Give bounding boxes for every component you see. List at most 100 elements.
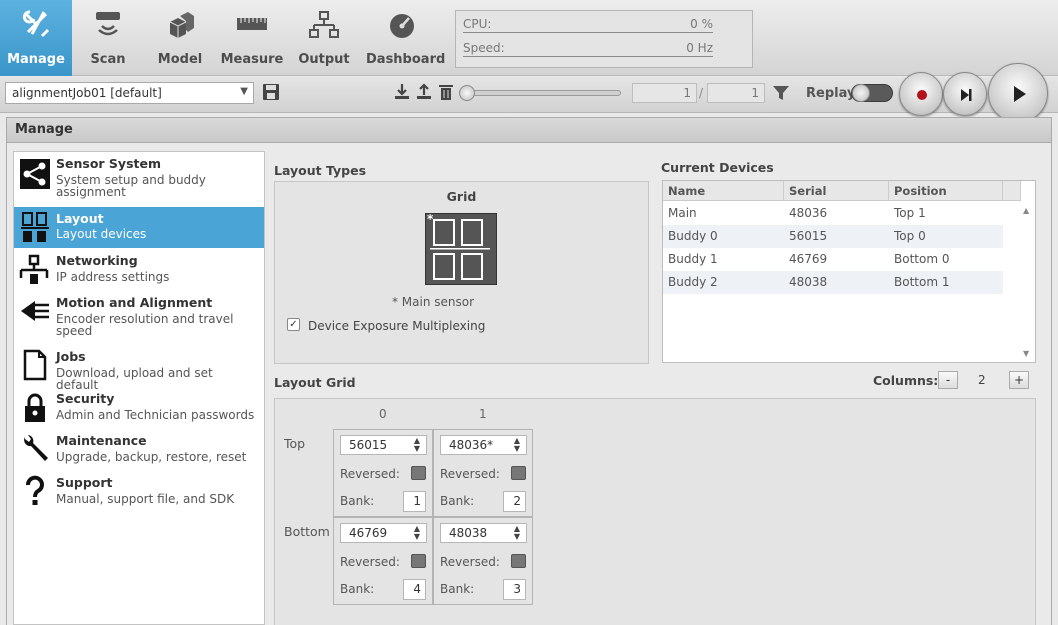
bank-label: Bank: (440, 582, 475, 596)
sidebar-item-title: Security (56, 391, 115, 406)
sidebar-item-desc: Encoder resolution and travel speed (56, 312, 234, 338)
reversed-checkbox[interactable] (411, 466, 426, 480)
tab-label: Manage (7, 52, 65, 67)
sidebar-item-layout[interactable]: Layout Layout devices (14, 207, 264, 248)
grid-row-header-bottom: Bottom (284, 524, 330, 539)
bank-input[interactable]: 1 (403, 491, 426, 512)
device-position: Bottom 1 (894, 275, 950, 289)
tab-manage[interactable]: Manage (0, 0, 72, 76)
gauge-icon (390, 14, 414, 38)
grid-layout-label: Grid (446, 189, 477, 204)
sensor-select[interactable]: 46769 ▲ ▼ (340, 523, 427, 543)
filter-icon[interactable] (772, 84, 790, 102)
scroll-up-icon[interactable]: ▲ (1023, 206, 1029, 215)
grid-cell-bottom-0: 46769 ▲ ▼ Reversed: Bank: 4 (333, 517, 433, 605)
replay-slider[interactable] (459, 85, 623, 101)
replay-toggle[interactable] (851, 84, 893, 102)
bank-input[interactable]: 3 (503, 579, 526, 600)
play-button[interactable] (988, 63, 1048, 123)
sensor-select-value: 48038 (449, 526, 488, 540)
cpu-value: 0 % (690, 17, 713, 31)
sidebar-item-title: Jobs (56, 349, 86, 364)
sidebar-item-maintenance[interactable]: Maintenance Upgrade, backup, restore, re… (14, 429, 264, 471)
sidebar-item-title: Networking (56, 253, 138, 268)
frame-total-field: 1 (707, 83, 765, 103)
grid-cell-bottom-1: 48038 ▲ ▼ Reversed: Bank: 3 (433, 517, 533, 605)
wrench-icon (24, 435, 48, 461)
updown-icon: ▲ ▼ (513, 436, 520, 453)
slider-handle[interactable] (459, 85, 475, 101)
panel-title: Manage (15, 122, 73, 137)
trash-icon[interactable] (437, 83, 455, 101)
columns-increment-button[interactable]: + (1009, 371, 1029, 389)
status-panel: CPU: 0 % Speed: 0 Hz (455, 10, 753, 68)
sidebar-item-security[interactable]: Security Admin and Technician passwords (14, 387, 264, 429)
frame-current-field[interactable]: 1 (632, 83, 697, 103)
exposure-multiplexing-checkbox[interactable]: ✓ (287, 318, 300, 331)
frame-separator: / (699, 86, 704, 100)
scan-icon (96, 12, 120, 36)
tab-output[interactable]: Output (288, 0, 360, 76)
download-icon[interactable] (393, 83, 411, 101)
bank-input[interactable]: 2 (503, 491, 526, 512)
reversed-checkbox[interactable] (511, 466, 526, 480)
network-icon (309, 11, 339, 38)
tab-model[interactable]: Model (144, 0, 216, 76)
sensor-select[interactable]: 48038 ▲ ▼ (440, 523, 527, 543)
slider-track (463, 90, 621, 96)
sensor-select[interactable]: 56015 ▲ ▼ (340, 435, 427, 455)
save-icon[interactable] (262, 83, 280, 101)
table-row[interactable]: Buddy 0 56015 Top 0 (663, 225, 1003, 248)
grid-row-header-top: Top (284, 436, 306, 451)
toggle-knob (852, 84, 870, 102)
network-icon (19, 254, 49, 284)
table-row[interactable]: Buddy 1 46769 Bottom 0 (663, 248, 1003, 271)
sidebar-item-networking[interactable]: Networking IP address settings (14, 249, 264, 291)
grid-layout-option[interactable]: * (425, 212, 497, 285)
grid-column-header: 1 (479, 407, 487, 421)
sidebar-item-title: Support (56, 475, 113, 490)
reversed-checkbox[interactable] (411, 554, 426, 568)
replay-label: Replay (806, 86, 856, 101)
current-devices-table: Name Serial Position Main 48036 Top 1 Bu… (662, 180, 1036, 363)
tab-dashboard[interactable]: Dashboard (366, 0, 445, 76)
tab-measure[interactable]: Measure (216, 0, 288, 76)
reversed-checkbox[interactable] (511, 554, 526, 568)
table-row[interactable]: Buddy 2 48038 Bottom 1 (663, 271, 1003, 294)
cubes-icon (169, 12, 194, 38)
sidebar-item-sensor-system[interactable]: Sensor System System setup and buddy ass… (14, 152, 264, 206)
sidebar-item-desc: System setup and buddy assignment (56, 173, 206, 199)
scroll-down-icon[interactable]: ▼ (1023, 349, 1029, 358)
sensor-select-value: 48036* (449, 438, 494, 452)
bank-input[interactable]: 4 (403, 579, 426, 600)
job-select[interactable]: alignmentJob01 [default] ▼ (5, 82, 254, 104)
reversed-label: Reversed: (440, 555, 500, 569)
reversed-label: Reversed: (340, 555, 400, 569)
table-row[interactable]: Main 48036 Top 1 (663, 202, 1003, 225)
column-header-spacer (1003, 181, 1021, 201)
column-header-name: Name (663, 181, 784, 201)
sensor-select[interactable]: 48036* ▲ ▼ (440, 435, 527, 455)
reversed-label: Reversed: (440, 467, 500, 481)
cpu-label: CPU: (463, 17, 492, 31)
record-button[interactable] (899, 72, 943, 116)
columns-decrement-button[interactable]: - (938, 371, 958, 389)
device-serial: 56015 (789, 229, 828, 243)
tab-scan[interactable]: Scan (72, 0, 144, 76)
step-forward-button[interactable] (943, 72, 987, 116)
encoder-icon (21, 301, 49, 321)
step-forward-icon (961, 89, 972, 101)
grid-cell-top-1: 48036* ▲ ▼ Reversed: Bank: 2 (433, 429, 533, 517)
speed-row: Speed: 0 Hz (463, 39, 713, 57)
bank-label: Bank: (340, 582, 375, 596)
sidebar-item-support[interactable]: Support Manual, support file, and SDK (14, 471, 264, 513)
tab-label: Output (298, 52, 350, 67)
chevron-down-icon: ▼ (240, 86, 248, 97)
manage-sidebar: Sensor System System setup and buddy ass… (13, 151, 265, 625)
sidebar-item-jobs[interactable]: Jobs Download, upload and set default (14, 345, 264, 391)
columns-value: 2 (978, 373, 986, 387)
upload-icon[interactable] (415, 83, 433, 101)
sidebar-item-motion-alignment[interactable]: Motion and Alignment Encoder resolution … (14, 291, 264, 345)
play-icon (1014, 86, 1026, 102)
bank-label: Bank: (340, 494, 375, 508)
